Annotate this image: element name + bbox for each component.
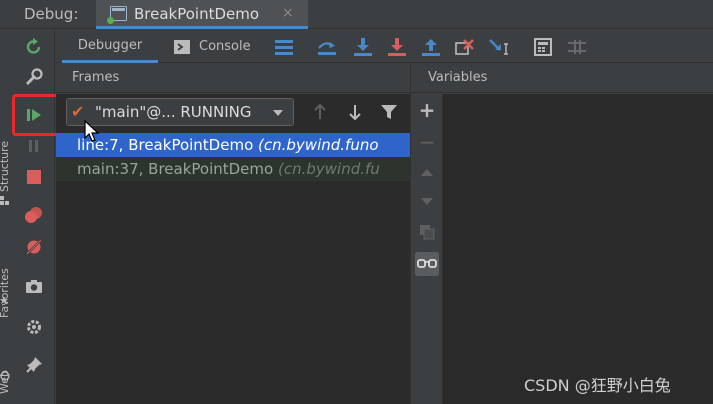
- structure-icon: [0, 196, 9, 205]
- trace-stream-icon: [568, 40, 586, 54]
- show-watches-toggle[interactable]: [415, 252, 439, 276]
- copy-watch-button[interactable]: [415, 220, 439, 244]
- tab-close-icon[interactable]: ×: [282, 5, 294, 21]
- snapshot-button[interactable]: [17, 272, 51, 302]
- step-over-icon: [354, 38, 372, 56]
- run-config-icon: [107, 6, 127, 24]
- minus-icon: −: [418, 130, 436, 154]
- structure-tool-label[interactable]: Structure: [0, 141, 11, 192]
- watermark: CSDN @狂野小白兔: [524, 376, 671, 395]
- pin-icon: [26, 357, 42, 373]
- frame-package: (cn.bywind.fu: [277, 160, 380, 178]
- move-watch-up-button[interactable]: [415, 160, 439, 184]
- wrench-icon: [25, 68, 43, 86]
- drop-frame-button[interactable]: [454, 36, 476, 58]
- variables-title: Variables: [428, 70, 488, 85]
- stop-icon: [27, 170, 41, 184]
- mute-breakpoints-icon: [26, 239, 42, 255]
- arrow-down-icon[interactable]: [348, 104, 362, 120]
- trace-stream-button[interactable]: [566, 36, 588, 58]
- variables-panel: [443, 94, 713, 404]
- layout-menu-button[interactable]: [273, 36, 295, 58]
- tab-breakpointdemo[interactable]: BreakPointDemo ×: [96, 0, 308, 29]
- hamburger-icon: [275, 40, 293, 55]
- frame-row[interactable]: line:7, BreakPointDemo (cn.bywind.funo: [56, 133, 410, 157]
- debug-label: Debug:: [24, 5, 79, 23]
- step-over-button[interactable]: [352, 36, 374, 58]
- tab-title: BreakPointDemo: [134, 5, 260, 23]
- frames-panel: ✔ "main"@... RUNNING line:7, BreakPointD…: [56, 94, 410, 404]
- run-to-cursor-button[interactable]: [488, 36, 510, 58]
- force-step-into-icon: [388, 38, 406, 56]
- remove-watch-button[interactable]: −: [415, 130, 439, 154]
- side-tool-strip: Structure Favorites ★ Web: [0, 30, 12, 404]
- frame-location: line:7, BreakPointDemo: [77, 136, 254, 154]
- drop-frame-icon: [455, 39, 474, 55]
- checkmark-icon: ✔: [71, 102, 85, 121]
- copy-icon: [420, 225, 435, 240]
- evaluate-expression-button[interactable]: [532, 36, 554, 58]
- frames-panel-header: Frames: [56, 63, 410, 93]
- gear-icon: [27, 320, 41, 334]
- star-icon: ★: [0, 294, 9, 307]
- show-execution-point-button[interactable]: [316, 36, 338, 58]
- step-out-button[interactable]: [420, 36, 442, 58]
- filter-icon[interactable]: [381, 104, 397, 120]
- camera-icon: [26, 280, 42, 293]
- debugger-tab-bar: Debugger Console: [56, 30, 713, 63]
- tab-console[interactable]: Console: [174, 30, 264, 63]
- add-watch-button[interactable]: +: [415, 98, 439, 122]
- view-breakpoints-button[interactable]: [17, 200, 51, 230]
- modify-config-button[interactable]: [17, 62, 51, 92]
- mute-breakpoints-button[interactable]: [17, 232, 51, 262]
- tab-console-label: Console: [199, 39, 251, 54]
- rerun-icon: [26, 38, 41, 54]
- debug-actions-toolbar: [13, 30, 55, 404]
- breakpoints-icon: [25, 207, 42, 223]
- execution-point-icon: [318, 42, 336, 55]
- tab-debugger[interactable]: Debugger: [62, 30, 158, 63]
- run-to-cursor-icon: [489, 39, 508, 55]
- variables-toolbar: + −: [411, 94, 443, 404]
- chevron-down-icon: [273, 110, 283, 116]
- triangle-up-icon: [421, 169, 433, 176]
- plus-icon: +: [418, 98, 436, 122]
- mouse-cursor-icon: [84, 120, 100, 142]
- debug-titlebar: Debug: BreakPointDemo ×: [0, 0, 713, 29]
- console-icon: [174, 39, 190, 54]
- variables-panel-header: Variables: [411, 63, 713, 93]
- pause-icon: [29, 140, 38, 152]
- arrow-up-icon[interactable]: [313, 104, 327, 120]
- calculator-icon: [534, 38, 552, 56]
- stop-button[interactable]: [17, 162, 51, 192]
- glasses-icon: [417, 259, 437, 268]
- force-step-into-button[interactable]: [386, 36, 408, 58]
- frame-row[interactable]: main:37, BreakPointDemo (cn.bywind.fu: [56, 157, 410, 181]
- globe-icon: [0, 371, 10, 381]
- step-out-icon: [422, 39, 440, 56]
- frame-package: (cn.bywind.funo: [258, 136, 379, 154]
- settings-button[interactable]: [17, 312, 51, 342]
- rerun-button[interactable]: [17, 32, 51, 62]
- pin-button[interactable]: [17, 350, 51, 380]
- move-watch-down-button[interactable]: [415, 190, 439, 214]
- frames-title: Frames: [72, 70, 120, 85]
- triangle-down-icon: [421, 198, 433, 205]
- thread-selector[interactable]: ✔ "main"@... RUNNING: [66, 98, 294, 126]
- tab-debugger-label: Debugger: [77, 37, 143, 53]
- frame-location: main:37, BreakPointDemo: [77, 160, 274, 178]
- thread-selector-value: "main"@... RUNNING: [95, 103, 252, 121]
